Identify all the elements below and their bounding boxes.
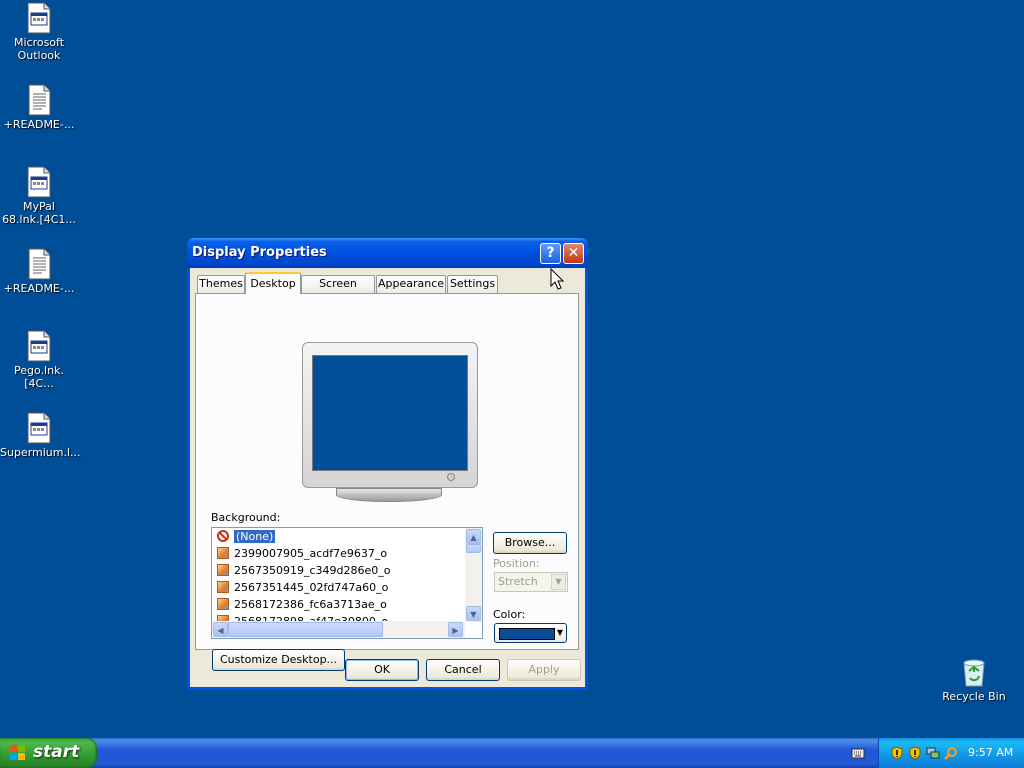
desktop-icon-label: MyPal 68.lnk.[4C1... xyxy=(2,200,76,226)
position-value: Stretch xyxy=(498,575,538,588)
system-tray: 9:57 AM xyxy=(878,738,1024,768)
shortcut-app-icon xyxy=(27,330,51,362)
scroll-down-button[interactable]: ▼ xyxy=(466,606,481,621)
help-button[interactable]: ? xyxy=(540,243,561,264)
tab-settings[interactable]: Settings xyxy=(447,275,498,293)
desktop-icon-supermium[interactable]: Supermium.l... xyxy=(0,412,81,459)
desktop-tab-panel: Background: (None) 2399007905_acdf7e9637… xyxy=(195,293,579,671)
color-swatch xyxy=(499,628,555,640)
vertical-scrollbar[interactable]: ▲ ▼ xyxy=(465,528,482,622)
desktop-icon-readme-1[interactable]: +README-... xyxy=(0,84,78,131)
shortcut-app-icon xyxy=(27,2,51,34)
text-document-icon xyxy=(28,248,51,280)
monitor-preview xyxy=(302,342,478,488)
clock[interactable]: 9:57 AM xyxy=(968,746,1013,759)
customize-desktop-button[interactable]: Customize Desktop... xyxy=(212,649,345,671)
tab-appearance[interactable]: Appearance xyxy=(376,275,446,293)
apply-button[interactable]: Apply xyxy=(507,659,581,681)
desktop-preview-screen xyxy=(312,355,468,471)
scroll-right-button[interactable]: ▶ xyxy=(448,622,463,637)
list-item[interactable]: 2399007905_acdf7e9637_o xyxy=(217,546,457,562)
display-properties-window: Display Properties ? ✕ Themes Desktop Sc… xyxy=(187,238,588,690)
list-item-label: 2567351445_02fd747a60_o xyxy=(234,581,389,594)
position-label: Position: xyxy=(493,557,540,570)
list-item[interactable]: (None) xyxy=(217,529,457,545)
cancel-button[interactable]: Cancel xyxy=(426,659,500,681)
monitor-stand xyxy=(336,488,442,502)
window-title: Display Properties xyxy=(192,245,327,260)
chevron-down-icon: ▼ xyxy=(556,628,563,637)
start-button[interactable]: start xyxy=(0,738,97,768)
chevron-down-icon: ▼ xyxy=(551,574,566,590)
horizontal-scrollbar[interactable]: ◀ ▶ xyxy=(212,621,465,638)
tab-screen-saver[interactable]: Screen Saver xyxy=(301,275,375,306)
start-label: start xyxy=(33,742,80,762)
list-item[interactable]: 2567350919_c349d286e0_o xyxy=(217,563,457,579)
tab-themes[interactable]: Themes xyxy=(197,275,245,293)
image-file-icon xyxy=(217,547,229,559)
color-label: Color: xyxy=(493,608,526,621)
close-button[interactable]: ✕ xyxy=(563,243,584,264)
button-label: Cancel xyxy=(444,663,482,676)
taskbar: start 9:57 AM xyxy=(0,738,1024,768)
desktop-icon-label: +README-... xyxy=(3,282,75,295)
list-item-label: 2399007905_acdf7e9637_o xyxy=(234,547,388,560)
tab-label: Appearance xyxy=(377,277,445,290)
shield-icon[interactable] xyxy=(890,746,904,760)
list-item-label: 2568172386_fc6a3713ae_o xyxy=(234,598,387,611)
image-file-icon xyxy=(217,564,229,576)
mouse-pointer-icon xyxy=(550,268,564,290)
search-icon[interactable] xyxy=(944,746,958,760)
tab-label: Desktop xyxy=(250,277,296,290)
list-item[interactable]: 2568172386_fc6a3713ae_o xyxy=(217,597,457,613)
scroll-up-button[interactable]: ▲ xyxy=(466,529,481,544)
scroll-thumb[interactable] xyxy=(228,622,383,637)
list-item-label: (None) xyxy=(232,529,277,544)
color-picker-button[interactable]: ▼ xyxy=(494,623,567,643)
network-icon[interactable] xyxy=(926,746,940,760)
scroll-thumb[interactable] xyxy=(466,544,481,553)
tab-label: Settings xyxy=(449,277,496,290)
title-bar[interactable]: Display Properties ? ✕ xyxy=(187,238,588,268)
desktop-icon-label: Supermium.l... xyxy=(0,446,81,459)
desktop-icon-label: Recycle Bin xyxy=(942,690,1006,703)
shortcut-app-icon xyxy=(27,412,51,444)
text-document-icon xyxy=(28,84,51,116)
button-label: Apply xyxy=(528,663,560,676)
position-select[interactable]: Stretch ▼ xyxy=(494,572,568,592)
none-icon xyxy=(217,530,229,542)
tab-label: Themes xyxy=(199,277,243,290)
desktop-icon-recycle-bin[interactable]: Recycle Bin xyxy=(935,656,1013,703)
desktop-icon-outlook[interactable]: Microsoft Outlook xyxy=(0,2,78,62)
keyboard-icon[interactable] xyxy=(851,746,865,760)
desktop-icon-mypal[interactable]: MyPal 68.lnk.[4C1... xyxy=(0,166,78,226)
shortcut-app-icon xyxy=(27,166,51,198)
desktop-icon-readme-2[interactable]: +README-... xyxy=(0,248,78,295)
image-file-icon xyxy=(217,598,229,610)
background-list[interactable]: (None) 2399007905_acdf7e9637_o 256735091… xyxy=(211,527,483,639)
list-item-label: 2567350919_c349d286e0_o xyxy=(234,564,391,577)
help-icon: ? xyxy=(546,245,555,261)
scroll-left-button[interactable]: ◀ xyxy=(213,622,228,637)
windows-logo-icon xyxy=(10,745,26,761)
desktop-icon-label: Microsoft Outlook xyxy=(13,36,65,62)
browse-button[interactable]: Browse... xyxy=(493,532,567,554)
shield-icon[interactable] xyxy=(908,746,922,760)
desktop-icon-pego[interactable]: Pego.lnk.[4C... xyxy=(0,330,78,390)
image-file-icon xyxy=(217,581,229,593)
tab-desktop[interactable]: Desktop xyxy=(245,272,301,294)
button-label: OK xyxy=(374,663,390,676)
desktop-icon-label: +README-... xyxy=(3,118,75,131)
power-led-icon xyxy=(447,473,455,481)
ok-button[interactable]: OK xyxy=(345,659,419,681)
button-label: Browse... xyxy=(504,536,556,549)
desktop-icon-label: Pego.lnk.[4C... xyxy=(14,364,64,390)
background-label: Background: xyxy=(211,511,281,524)
dialog-client-area: Themes Desktop Screen Saver Appearance S… xyxy=(190,268,585,687)
recycle-bin-icon xyxy=(963,659,985,687)
button-label: Customize Desktop... xyxy=(219,653,338,666)
close-icon: ✕ xyxy=(567,245,580,261)
list-item[interactable]: 2567351445_02fd747a60_o xyxy=(217,580,457,596)
